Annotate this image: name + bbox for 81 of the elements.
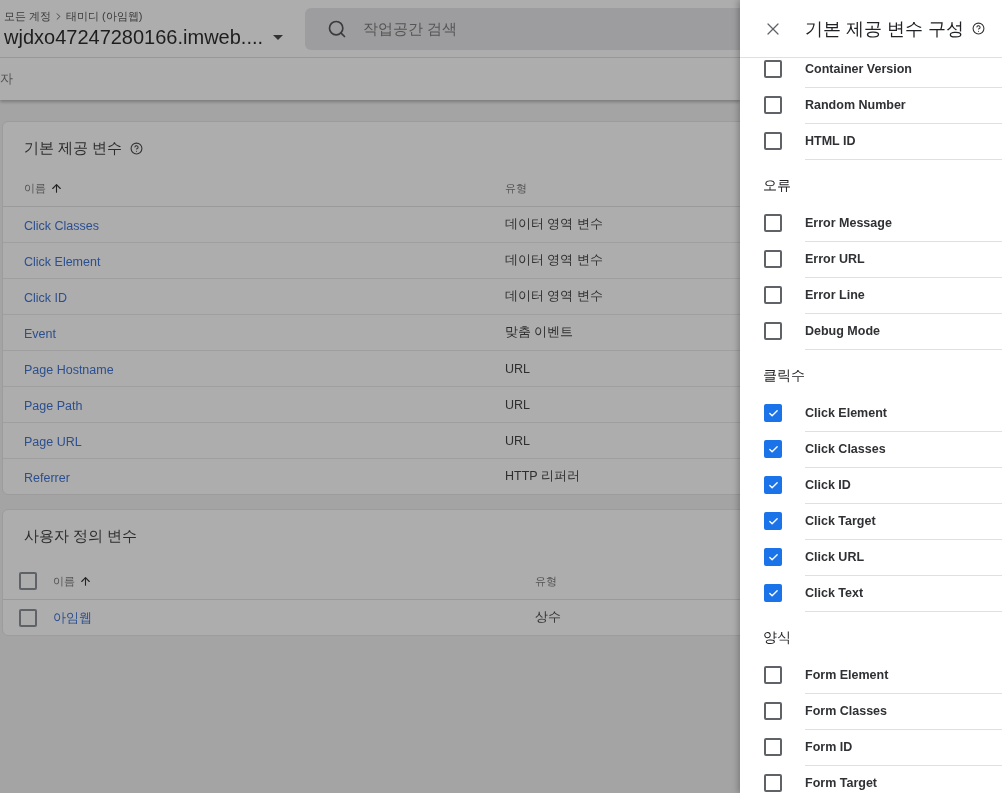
help-icon[interactable]	[130, 142, 144, 155]
variable-checkbox[interactable]	[764, 584, 782, 602]
breadcrumb-link[interactable]: 모든 계정	[4, 8, 52, 24]
variable-label[interactable]: HTML ID	[805, 122, 1002, 160]
variable-label[interactable]: Error Message	[805, 204, 1002, 242]
type-cell-text: HTTP 리퍼러	[505, 468, 581, 485]
column-header[interactable]: 이름	[3, 180, 505, 196]
variable-label[interactable]: Click Text	[805, 574, 1002, 612]
check-icon	[767, 551, 779, 563]
card-title: 기본 제공 변수	[24, 139, 123, 158]
column-header[interactable]: 이름	[53, 573, 535, 589]
variable-label[interactable]: Debug Mode	[805, 312, 1002, 350]
variable-checkbox[interactable]	[764, 702, 782, 720]
variable-label[interactable]: Form Element	[805, 656, 1002, 694]
variable-checkbox[interactable]	[764, 666, 782, 684]
variable-checkbox[interactable]	[764, 96, 782, 114]
variable-link[interactable]: Click Classes	[24, 218, 99, 233]
check-icon	[767, 515, 779, 527]
caret-icon[interactable]	[273, 34, 284, 40]
variable-label[interactable]: Click URL	[805, 538, 1002, 576]
check-icon	[767, 407, 779, 419]
variable-label[interactable]: Click Classes	[805, 430, 1002, 468]
variable-checkbox[interactable]	[764, 322, 782, 340]
variable-label[interactable]: Form Target	[805, 764, 1002, 793]
type-cell-text: URL	[505, 433, 531, 448]
type-cell-text: 데이터 영역 변수	[505, 288, 604, 305]
type-cell-text: URL	[505, 397, 531, 412]
select-all-checkbox[interactable]	[19, 572, 37, 590]
variable-label[interactable]: Click Target	[805, 502, 1002, 540]
type-cell-text: 상수	[535, 609, 562, 626]
check-icon	[767, 479, 779, 491]
variable-checkbox[interactable]	[764, 440, 782, 458]
variable-link[interactable]: Page URL	[24, 434, 82, 449]
variable-checkbox[interactable]	[764, 774, 782, 792]
variable-label[interactable]: Click Element	[805, 394, 1002, 432]
section-heading: 양식	[763, 629, 791, 647]
breadcrumb-link[interactable]: 태미디 (아임웹)	[66, 8, 143, 24]
card-title: 사용자 정의 변수	[24, 527, 138, 546]
sort-arrow-icon	[79, 574, 92, 588]
variable-checkbox[interactable]	[764, 286, 782, 304]
type-cell-text: 데이터 영역 변수	[505, 252, 604, 269]
variable-label[interactable]: Container Version	[805, 50, 1002, 88]
variable-link[interactable]: Referrer	[24, 470, 70, 485]
panel-title: 기본 제공 변수 구성	[805, 17, 964, 41]
type-cell-text: 맞춤 이벤트	[505, 324, 575, 341]
section-heading: 클릭수	[763, 367, 805, 385]
variable-checkbox[interactable]	[764, 476, 782, 494]
variable-link[interactable]: Event	[24, 326, 56, 341]
variable-label[interactable]: Click ID	[805, 466, 1002, 504]
variable-link[interactable]: Click Element	[24, 254, 101, 269]
variable-checkbox[interactable]	[764, 214, 782, 232]
variable-link[interactable]: Click ID	[24, 290, 68, 305]
variable-checkbox[interactable]	[764, 404, 782, 422]
search-field[interactable]: 작업공간 검색	[305, 7, 740, 50]
variable-checkbox[interactable]	[764, 132, 782, 150]
variable-link[interactable]: Page Path	[24, 398, 83, 413]
variable-label[interactable]: Error URL	[805, 240, 1002, 278]
row-checkbox[interactable]	[19, 608, 37, 627]
search-icon	[327, 18, 347, 39]
variable-checkbox[interactable]	[764, 548, 782, 566]
container-name[interactable]: wjdxo47247280166.imweb....	[4, 25, 264, 49]
variable-label[interactable]: Form Classes	[805, 692, 1002, 730]
variable-link[interactable]: Page Hostname	[24, 362, 114, 377]
check-icon	[767, 587, 779, 599]
search-input[interactable]: 작업공간 검색	[361, 19, 740, 38]
section-heading: 오류	[763, 177, 791, 195]
variable-label[interactable]: Random Number	[805, 86, 1002, 124]
check-icon	[767, 443, 779, 455]
variable-checkbox[interactable]	[764, 512, 782, 530]
variable-link[interactable]: 아임웹	[53, 611, 92, 625]
column-header[interactable]: 유형	[535, 573, 740, 589]
variable-label[interactable]: Form ID	[805, 728, 1002, 766]
help-icon[interactable]	[972, 22, 985, 35]
variable-checkbox[interactable]	[764, 60, 782, 78]
column-header[interactable]: 유형	[505, 180, 740, 196]
variable-label[interactable]: Error Line	[805, 276, 1002, 314]
sort-arrow-icon	[50, 181, 63, 195]
variable-checkbox[interactable]	[764, 738, 782, 756]
type-cell-text: URL	[505, 361, 531, 376]
variable-checkbox[interactable]	[764, 250, 782, 268]
type-cell-text: 데이터 영역 변수	[505, 216, 604, 233]
